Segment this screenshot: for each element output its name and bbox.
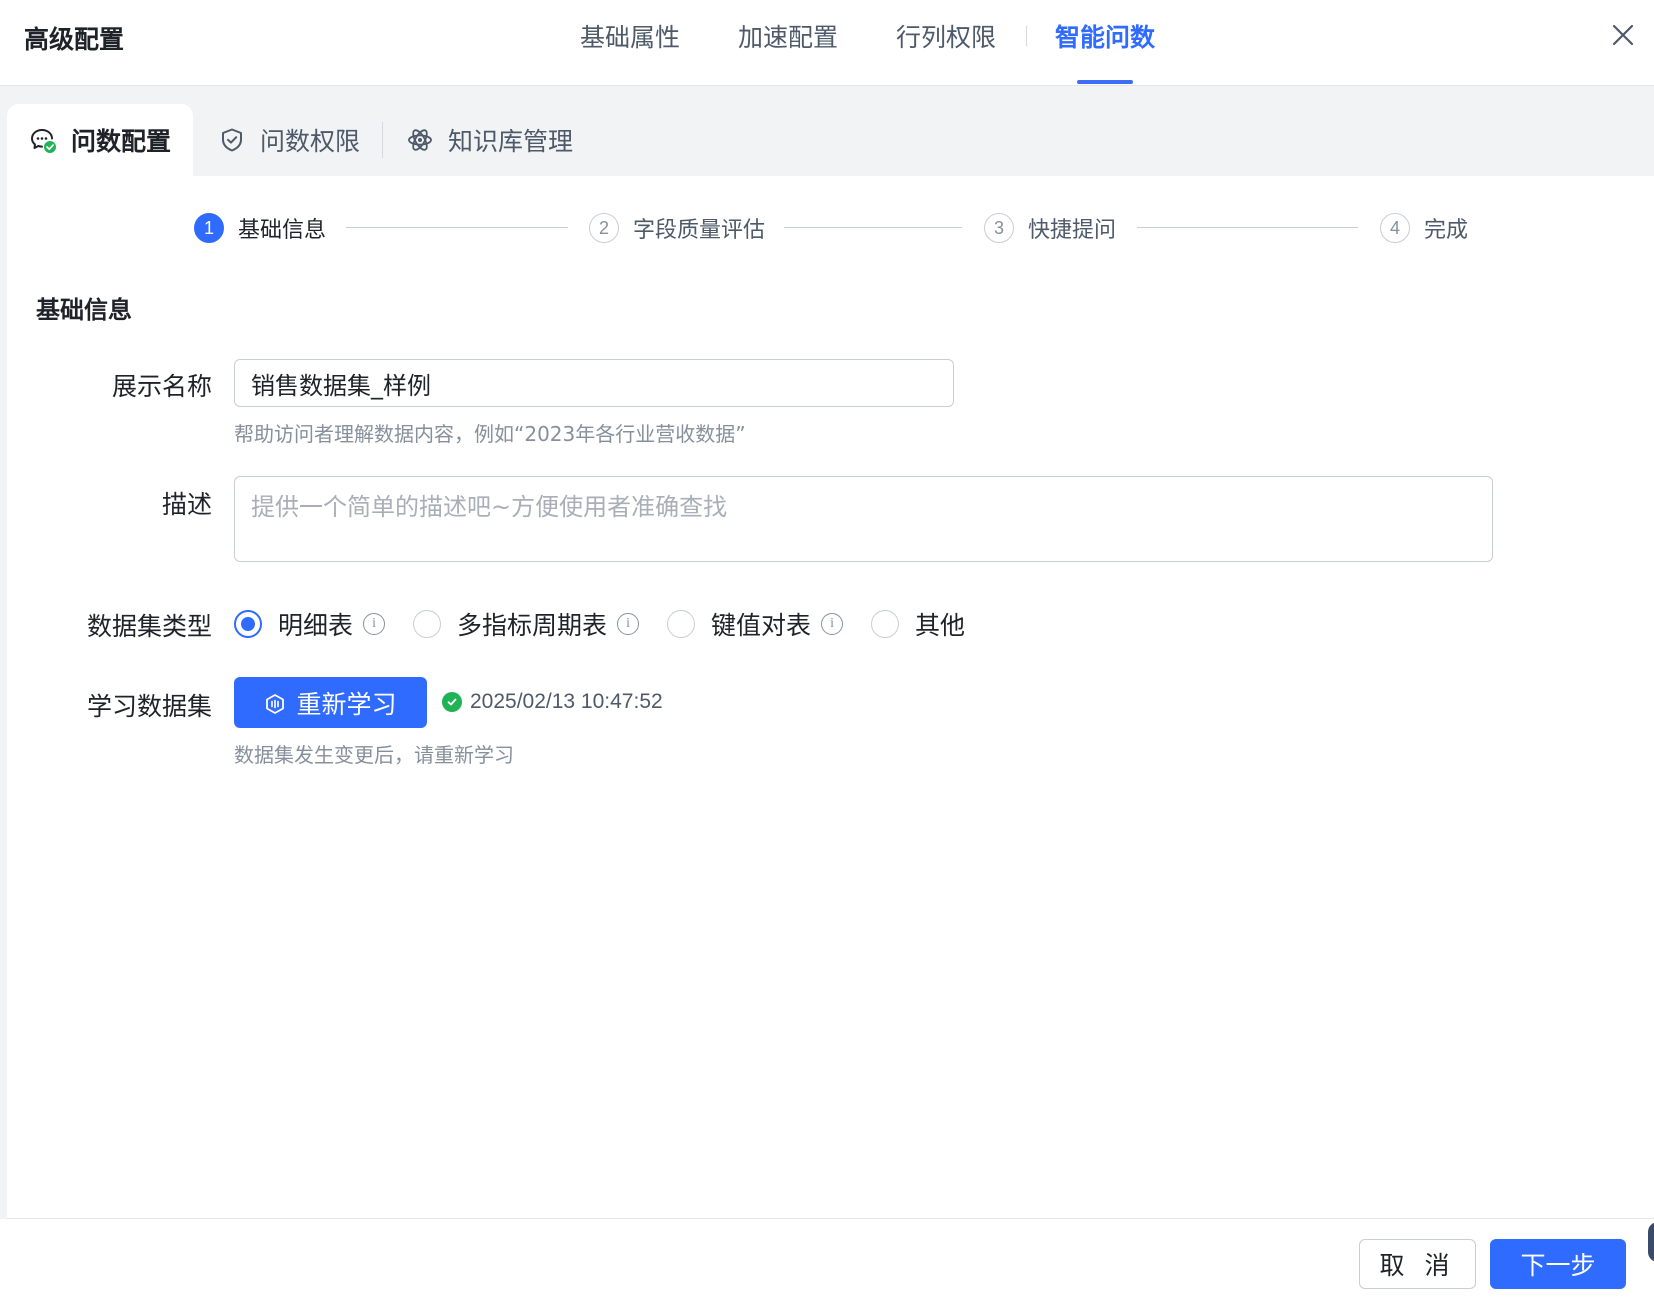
learn-dataset-label: 学习数据集	[86, 692, 212, 721]
subtab-label: 问数配置	[71, 127, 172, 156]
radio-label: 其他	[915, 611, 966, 640]
relearn-button-label: 重新学习	[296, 689, 397, 719]
subtab-label: 知识库管理	[448, 127, 574, 156]
subtab-divider	[382, 122, 383, 158]
dataset-type-radio-group: 明细表 i 多指标周期表 i 键值对表 i 其他	[234, 606, 993, 642]
display-name-label: 展示名称	[111, 372, 212, 401]
step-number: 3	[984, 213, 1014, 243]
next-step-button[interactable]: 下一步	[1490, 1239, 1626, 1289]
subtab-label: 问数权限	[260, 127, 361, 156]
display-name-input[interactable]: 销售数据集_样例	[234, 359, 954, 407]
tab-basic-properties[interactable]: 基础属性	[580, 18, 680, 54]
step-connector	[784, 227, 962, 228]
step-complete: 4 完成	[1380, 212, 1468, 244]
dataset-type-label: 数据集类型	[86, 612, 212, 641]
display-name-value: 销售数据集_样例	[251, 371, 431, 400]
step-connector	[346, 227, 568, 228]
step-label: 完成	[1424, 218, 1469, 243]
tab-divider	[1026, 26, 1027, 46]
top-tab-bar: 基础属性 加速配置 行列权限 智能问数	[0, 0, 1654, 86]
display-name-hint: 帮助访问者理解数据内容，例如“2023年各行业营收数据”	[234, 422, 746, 446]
relearn-button[interactable]: 重新学习	[234, 677, 427, 728]
step-label: 基础信息	[238, 218, 327, 243]
radio-button[interactable]	[667, 610, 696, 638]
radio-other[interactable]: 其他	[871, 606, 965, 642]
ai-chip-icon	[264, 692, 286, 714]
step-connector	[1137, 227, 1358, 228]
subtab-query-config[interactable]: 问数配置	[7, 104, 193, 176]
radio-label: 键值对表	[711, 611, 812, 640]
active-tab-indicator	[1077, 80, 1133, 84]
step-number: 4	[1380, 213, 1410, 243]
success-check-icon	[442, 692, 462, 712]
step-number: 1	[194, 213, 224, 243]
radio-key-value-table[interactable]: 键值对表 i	[667, 606, 844, 642]
radio-button[interactable]	[234, 610, 262, 638]
step-quick-questions: 3 快捷提问	[984, 212, 1116, 244]
radio-button[interactable]	[871, 610, 900, 638]
info-icon[interactable]: i	[617, 613, 640, 635]
step-number: 2	[589, 213, 619, 243]
radio-multi-metric-period-table[interactable]: 多指标周期表 i	[413, 606, 640, 642]
tab-acceleration-config[interactable]: 加速配置	[738, 18, 838, 54]
subtab-knowledge-base[interactable]: 知识库管理	[406, 104, 573, 176]
shield-check-icon	[218, 126, 246, 154]
close-icon[interactable]	[1608, 20, 1638, 50]
description-placeholder: 提供一个简单的描述吧~方便使用者准确查找	[251, 493, 728, 521]
radio-label: 多指标周期表	[457, 611, 608, 640]
dialog-header: 高级配置 基础属性 加速配置 行列权限 智能问数	[0, 0, 1654, 86]
step-basic-info: 1 基础信息	[194, 212, 326, 244]
sub-tab-bar: 问数配置 问数权限 知识库管理	[0, 86, 1654, 176]
description-textarea[interactable]: 提供一个简单的描述吧~方便使用者准确查找	[234, 476, 1493, 562]
step-label: 快捷提问	[1028, 218, 1117, 243]
tab-row-column-permissions[interactable]: 行列权限	[896, 18, 996, 54]
description-label: 描述	[161, 490, 212, 519]
learn-hint: 数据集发生变更后，请重新学习	[234, 743, 514, 767]
radio-label: 明细表	[278, 611, 354, 640]
chat-check-icon	[29, 126, 57, 154]
radio-button[interactable]	[413, 610, 442, 638]
learn-timestamp: 2025/02/13 10:47:52	[470, 690, 663, 713]
step-field-quality: 2 字段质量评估	[589, 212, 765, 244]
subtab-query-permissions[interactable]: 问数权限	[218, 104, 360, 176]
radio-detail-table[interactable]: 明细表 i	[234, 606, 386, 642]
floating-assistant-handle[interactable]	[1648, 1222, 1654, 1262]
info-icon[interactable]: i	[363, 613, 386, 635]
step-label: 字段质量评估	[633, 218, 766, 243]
learn-status: 2025/02/13 10:47:52	[442, 690, 663, 714]
info-icon[interactable]: i	[821, 613, 844, 635]
section-title: 基础信息	[36, 296, 132, 324]
cancel-button[interactable]: 取 消	[1359, 1239, 1476, 1289]
atom-icon	[406, 126, 434, 154]
tab-smart-query[interactable]: 智能问数	[1055, 18, 1155, 54]
